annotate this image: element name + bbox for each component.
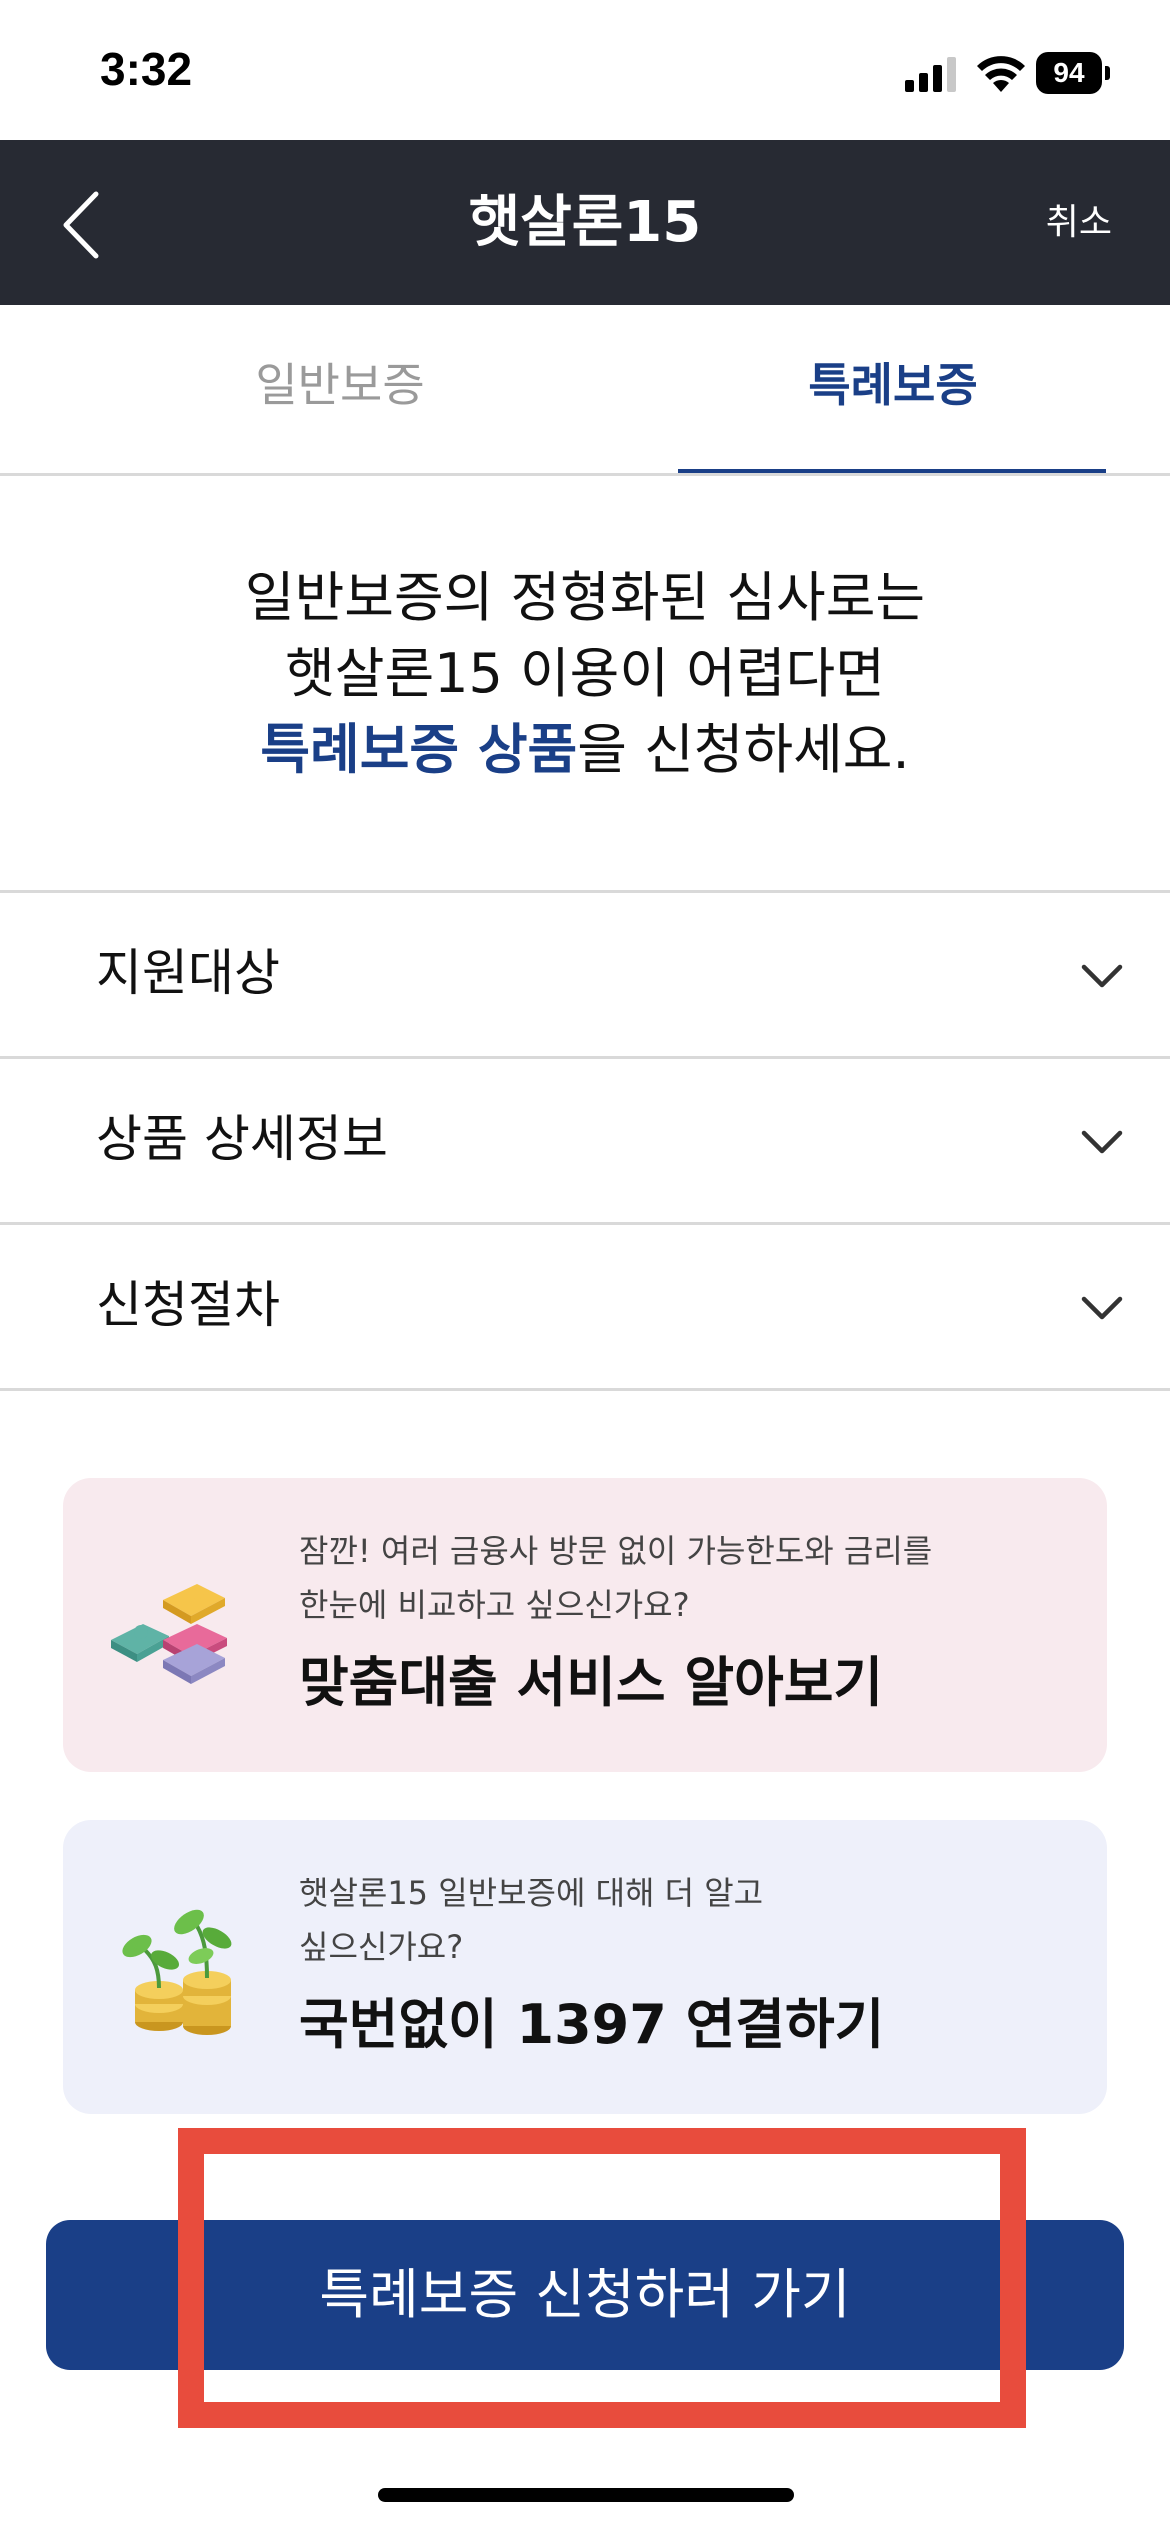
status-bar: 3:32 94 (0, 0, 1170, 140)
chevron-left-icon (63, 191, 99, 259)
battery-icon: 94 (1036, 52, 1110, 94)
intro-line-3-rest: 을 신청하세요. (577, 718, 910, 781)
chevron-down-icon (1081, 1130, 1123, 1154)
battery-cap (1105, 66, 1110, 80)
custom-loan-card[interactable]: 잠깐! 여러 금융사 방문 없이 가능한도와 금리를 한눈에 비교하고 싶으신가… (63, 1478, 1107, 1772)
accordion-item-eligibility[interactable]: 지원대상 (0, 893, 1170, 1059)
cancel-button[interactable]: 취소 (1046, 140, 1112, 305)
card-description: 잠깐! 여러 금융사 방문 없이 가능한도와 금리를 한눈에 비교하고 싶으신가… (299, 1524, 1079, 1632)
tab-general-guarantee[interactable]: 일반보증 (0, 305, 680, 473)
card-title: 맞춤대출 서비스 알아보기 (299, 1651, 884, 1714)
nav-header: 햇살론15 취소 (0, 140, 1170, 305)
home-indicator[interactable] (378, 2488, 794, 2502)
active-tab-indicator (678, 469, 1106, 473)
tab-bar: 일반보증 특례보증 (0, 305, 1170, 476)
tab-special-guarantee[interactable]: 특례보증 (680, 305, 1106, 473)
chevron-down-icon (1081, 1296, 1123, 1320)
accordion-item-product-details[interactable]: 상품 상세정보 (0, 1059, 1170, 1225)
chevron-down-icon (1081, 964, 1123, 988)
card-description-line: 햇살론15 일반보증에 대해 더 알고 (299, 1874, 764, 1912)
call-1397-card[interactable]: 햇살론15 일반보증에 대해 더 알고 싶으신가요? 국번없이 1397 연결하… (63, 1820, 1107, 2114)
back-button[interactable] (44, 180, 124, 270)
card-description: 햇살론15 일반보증에 대해 더 알고 싶으신가요? (299, 1866, 1079, 1974)
battery-level: 94 (1036, 52, 1102, 94)
status-time: 3:32 (100, 43, 193, 95)
intro-highlight: 특례보증 상품 (260, 718, 578, 781)
page-title: 햇살론15 (468, 190, 702, 255)
accordion-label: 상품 상세정보 (96, 1110, 388, 1168)
intro-line-2: 햇살론15 이용이 어렵다면 (285, 642, 885, 705)
card-description-line: 싶으신가요? (299, 1928, 464, 1966)
intro-line-3: 특례보증 상품을 신청하세요. (0, 712, 1170, 788)
accordion-label: 지원대상 (96, 944, 280, 1002)
highlight-annotation-box (178, 2128, 1026, 2428)
intro-text: 일반보증의 정형화된 심사로는 햇살론15 이용이 어렵다면 특례보증 상품을 … (0, 560, 1170, 788)
card-title: 국번없이 1397 연결하기 (299, 1993, 885, 2056)
signal-icon (905, 57, 956, 92)
accordion-label: 신청절차 (96, 1276, 280, 1334)
accordion: 지원대상 상품 상세정보 신청절차 (0, 890, 1170, 1391)
card-description-line: 잠깐! 여러 금융사 방문 없이 가능한도와 금리를 (299, 1532, 933, 1570)
accordion-item-application-process[interactable]: 신청절차 (0, 1225, 1170, 1391)
wifi-icon (977, 56, 1025, 92)
puzzle-icon (111, 1584, 227, 1684)
card-description-line: 한눈에 비교하고 싶으신가요? (299, 1586, 690, 1624)
money-plant-icon (122, 1909, 232, 2035)
intro-line-1: 일반보증의 정형화된 심사로는 (244, 566, 926, 629)
